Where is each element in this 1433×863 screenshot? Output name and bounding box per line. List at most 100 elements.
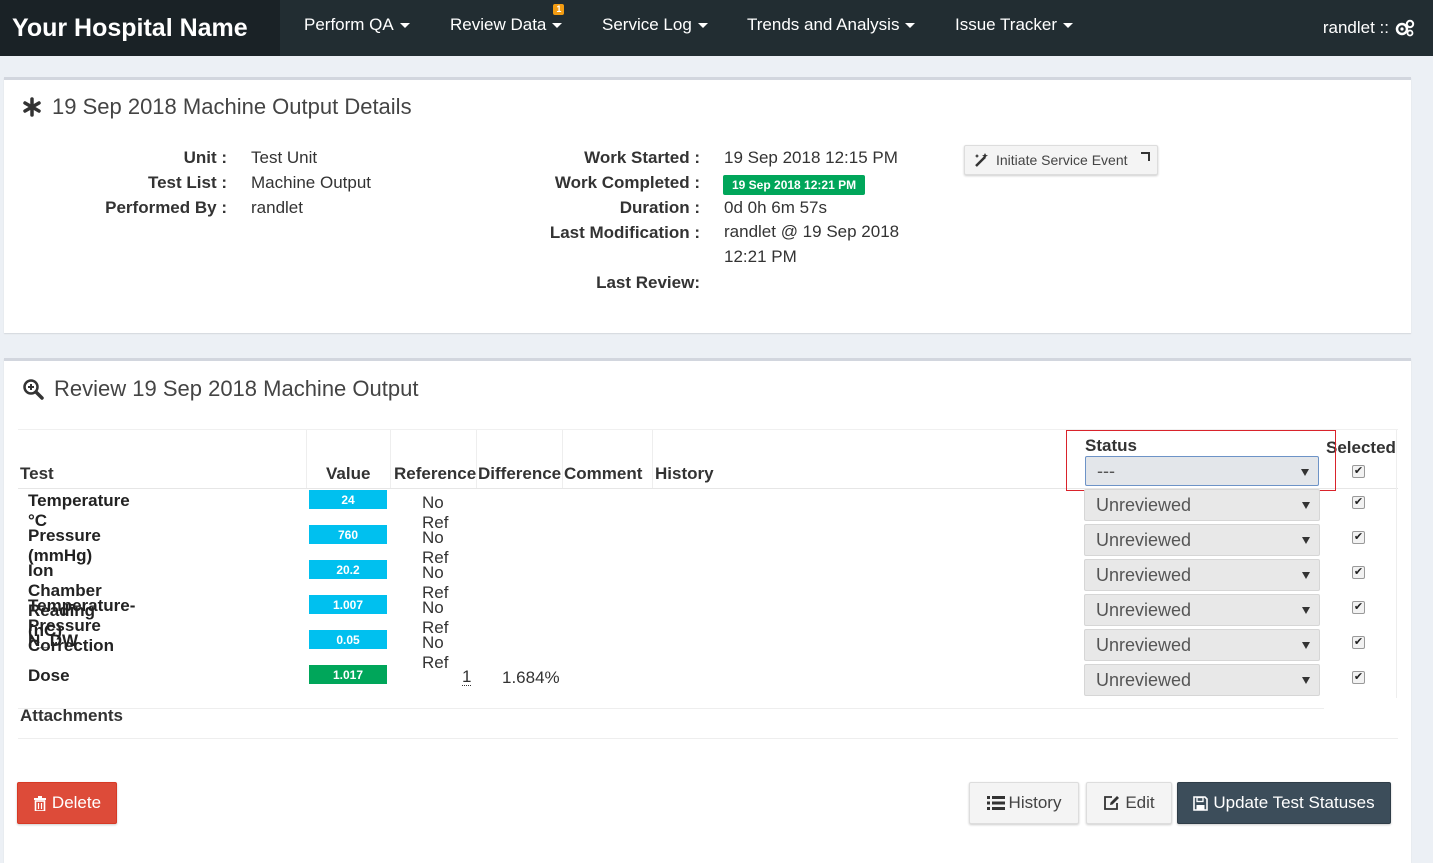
status-select[interactable]: Unreviewed <box>1084 524 1320 556</box>
trash-icon <box>33 795 46 811</box>
nav-issue-tracker[interactable]: Issue Tracker <box>955 15 1074 35</box>
dropdown-arrow-icon <box>1301 469 1309 476</box>
col-selected: Selected <box>1326 438 1396 457</box>
work-started-label: Work Started : <box>584 148 700 167</box>
review-title: Review 19 Sep 2018 Machine Output <box>22 376 418 402</box>
work-completed-label: Work Completed : <box>554 173 700 192</box>
status-select[interactable]: Unreviewed <box>1084 594 1320 626</box>
status-select[interactable]: Unreviewed <box>1084 629 1320 661</box>
caret-down-icon <box>552 22 563 28</box>
col-reference: Reference <box>394 464 477 483</box>
performed-by-label: Performed By : <box>105 198 227 217</box>
last-review-label: Last Review: <box>596 273 700 292</box>
value-badge: 0.05 <box>309 630 387 649</box>
status-select[interactable]: Unreviewed <box>1084 489 1320 521</box>
col-divider <box>306 430 307 488</box>
last-modification-value: randlet @ 19 Sep 2018 12:21 PM <box>724 222 900 266</box>
col-comment: Comment <box>564 464 643 483</box>
caret-down-icon <box>1063 22 1074 28</box>
attachments-label: Attachments <box>20 706 123 725</box>
select-all-checkbox[interactable]: ✔ <box>1352 465 1365 478</box>
dropdown-arrow-icon <box>1302 537 1310 544</box>
wand-icon <box>975 153 988 167</box>
update-test-statuses-button[interactable]: Update Test Statuses <box>1177 782 1391 824</box>
external-link-icon <box>1141 152 1150 161</box>
reference-value: No Ref <box>422 633 449 672</box>
top-navbar: Your Hospital Name Perform QA Review Dat… <box>0 0 1433 56</box>
col-divider <box>562 430 563 488</box>
bulk-status-select[interactable]: --- <box>1085 456 1319 486</box>
row-select-checkbox[interactable]: ✔ <box>1352 566 1365 579</box>
performed-by-value: randlet <box>251 198 303 217</box>
row-select-checkbox[interactable]: ✔ <box>1352 496 1365 509</box>
dropdown-arrow-icon <box>1302 642 1310 649</box>
row-select-checkbox[interactable]: ✔ <box>1352 601 1365 614</box>
test-name: Dose <box>28 666 70 685</box>
col-divider <box>390 430 391 488</box>
edit-icon <box>1104 796 1120 810</box>
difference-value: 1.684% <box>502 668 560 687</box>
duration-value: 0d 0h 6m 57s <box>724 198 828 217</box>
nav-perform-qa[interactable]: Perform QA <box>304 15 410 35</box>
caret-down-icon <box>905 22 916 28</box>
unit-label: Unit : <box>183 148 227 167</box>
value-badge: 1.007 <box>309 595 387 614</box>
test-name: Temperature °C <box>28 491 130 530</box>
details-panel: 19 Sep 2018 Machine Output Details Unit … <box>4 77 1411 333</box>
dropdown-arrow-icon <box>1302 572 1310 579</box>
dropdown-arrow-icon <box>1302 607 1310 614</box>
col-history: History <box>655 464 714 483</box>
delete-button[interactable]: Delete <box>17 782 117 824</box>
details-title: 19 Sep 2018 Machine Output Details <box>22 94 412 120</box>
col-value: Value <box>326 464 371 483</box>
attachments-bottom <box>18 738 1398 739</box>
value-badge: 760 <box>309 525 387 544</box>
completed-badge: 19 Sep 2018 12:21 PM <box>723 175 866 195</box>
status-select[interactable]: Unreviewed <box>1084 559 1320 591</box>
work-started-value: 19 Sep 2018 12:15 PM <box>724 148 898 167</box>
dropdown-arrow-icon <box>1302 677 1310 684</box>
row-separator <box>18 708 1324 709</box>
caret-down-icon <box>697 22 708 28</box>
testlist-value: Machine Output <box>251 173 372 192</box>
test-name: Pressure (mmHg) <box>28 526 101 565</box>
col-divider <box>652 430 653 488</box>
dropdown-arrow-icon <box>1302 502 1310 509</box>
list-icon <box>986 796 1005 810</box>
value-badge: 20.2 <box>309 560 387 579</box>
col-test: Test <box>20 464 54 483</box>
unit-value: Test Unit <box>251 148 318 167</box>
reference-value: No Ref <box>422 493 449 532</box>
user-menu[interactable]: randlet :: <box>1323 0 1415 56</box>
reference-value: No Ref <box>422 598 449 637</box>
history-button[interactable]: History <box>969 782 1079 824</box>
test-name: N_DW <box>28 631 79 650</box>
row-select-checkbox[interactable]: ✔ <box>1352 531 1365 544</box>
row-select-checkbox[interactable]: ✔ <box>1352 671 1365 684</box>
testlist-label: Test List : <box>147 173 227 192</box>
work-completed-value: 19 Sep 2018 12:21 PM <box>723 174 866 195</box>
nav-review-data[interactable]: Review Data 1 <box>450 4 565 35</box>
notification-badge: 1 <box>553 4 565 15</box>
save-icon <box>1193 795 1209 811</box>
search-plus-icon <box>22 378 44 400</box>
last-modification-label: Last Modification : <box>549 223 700 242</box>
row-select-checkbox[interactable]: ✔ <box>1352 636 1365 649</box>
edit-button[interactable]: Edit <box>1086 782 1172 824</box>
duration-label: Duration : <box>619 198 700 217</box>
col-divider <box>1396 430 1397 698</box>
cogs-icon <box>1395 19 1415 37</box>
status-select[interactable]: Unreviewed <box>1084 664 1320 696</box>
brand-logo[interactable]: Your Hospital Name <box>0 0 280 56</box>
asterisk-icon <box>22 97 42 117</box>
nav-service-log[interactable]: Service Log <box>602 15 708 35</box>
value-badge: 24 <box>309 490 387 509</box>
value-badge: 1.017 <box>309 665 387 684</box>
reference-value: No Ref <box>422 528 449 567</box>
caret-down-icon <box>399 22 410 28</box>
col-difference: Difference <box>478 464 562 483</box>
initiate-service-event-button[interactable]: Initiate Service Event <box>964 145 1158 175</box>
reference-value[interactable]: 1 <box>462 668 472 686</box>
nav-trends-analysis[interactable]: Trends and Analysis <box>747 15 916 35</box>
reference-value: No Ref <box>422 563 449 602</box>
